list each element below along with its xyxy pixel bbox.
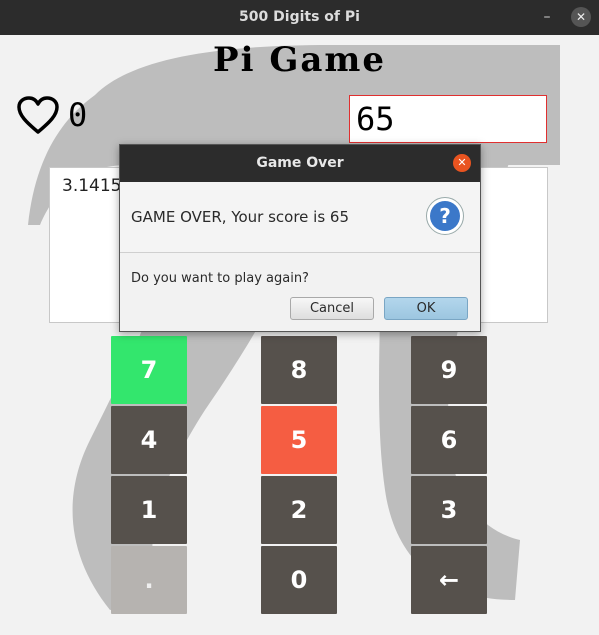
key-backspace[interactable]: ← (411, 546, 487, 614)
key-decimal[interactable]: . (111, 546, 187, 614)
key-1[interactable]: 1 (111, 476, 187, 544)
dialog-content-text: Do you want to play again? (131, 271, 309, 286)
ok-button[interactable]: OK (384, 297, 468, 320)
key-8[interactable]: 8 (261, 336, 337, 404)
cancel-button[interactable]: Cancel (290, 297, 374, 320)
key-3[interactable]: 3 (411, 476, 487, 544)
dialog-header-text: GAME OVER, Your score is 65 (131, 208, 350, 226)
key-4[interactable]: 4 (111, 406, 187, 474)
dialog-title: Game Over (256, 155, 344, 171)
question-mark: ? (430, 201, 460, 231)
dialog-close-icon[interactable]: ✕ (453, 154, 471, 172)
key-5[interactable]: 5 (261, 406, 337, 474)
question-icon: ? (426, 197, 464, 235)
key-9[interactable]: 9 (411, 336, 487, 404)
dialog-header: GAME OVER, Your score is 65 ? (120, 182, 480, 253)
digits-text: 3.1415 (62, 176, 122, 196)
key-6[interactable]: 6 (411, 406, 487, 474)
game-over-dialog: Game Over ✕ GAME OVER, Your score is 65 … (119, 144, 481, 332)
window-titlebar: 500 Digits of Pi – ✕ (0, 0, 599, 35)
key-2[interactable]: 2 (261, 476, 337, 544)
window-title: 500 Digits of Pi (239, 9, 360, 25)
window-close-icon[interactable]: ✕ (571, 7, 591, 27)
heart-icon (17, 96, 59, 134)
minimize-icon[interactable]: – (540, 8, 554, 26)
lives-counter: 0 (68, 96, 88, 134)
key-7[interactable]: 7 (111, 336, 187, 404)
dialog-titlebar: Game Over ✕ (120, 145, 480, 182)
game-title: Pi Game (213, 40, 386, 80)
score-display[interactable]: 65 (349, 95, 547, 143)
key-0[interactable]: 0 (261, 546, 337, 614)
